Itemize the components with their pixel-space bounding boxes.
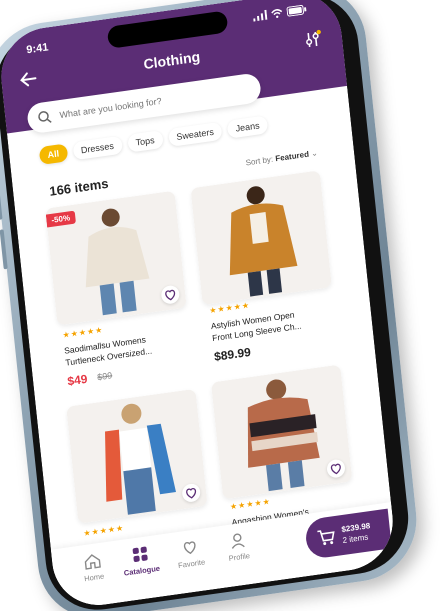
rating-stars: ★★★★★ [83,523,125,539]
volume-up-button [0,179,3,220]
home-icon [83,551,103,571]
nav-home[interactable]: Home [70,549,117,585]
nav-profile[interactable]: Profile [215,529,262,565]
status-time: 9:41 [25,41,49,57]
product-card[interactable] [211,364,353,499]
product-image [190,170,332,305]
chip-all[interactable]: All [39,143,68,165]
chip-sweaters[interactable]: Sweaters [168,122,223,147]
rating-stars: ★★★★★ [229,496,272,512]
filter-sliders-icon [303,29,323,49]
heart-icon [160,285,180,305]
product-old-price: $99 [96,370,113,383]
product-price: $89.99 [213,344,252,364]
heart-icon [326,458,346,478]
user-icon [228,530,248,550]
grid-icon [130,544,150,564]
product-image [66,389,208,524]
sort-dropdown[interactable]: Sort by: Featured ⌄ [245,148,318,167]
cart-summary: $239.98 2 items [341,520,372,546]
volume-down-button [0,229,8,270]
status-icons [252,4,307,21]
heart-icon [180,537,200,557]
sort-label: Sort by: [245,154,274,168]
rating-stars: ★★★★★ [62,325,104,340]
wifi-icon [270,8,283,20]
app-screen: 9:41 Clothing All Dresses Tops Sweaters [0,0,397,611]
nav-catalogue-label: Catalogue [123,563,161,578]
chevron-down-icon: ⌄ [310,148,319,159]
nav-profile-label: Profile [228,551,251,563]
nav-favorite[interactable]: Favorite [167,535,214,571]
nav-home-label: Home [83,571,105,584]
cart-button[interactable]: $239.98 2 items [304,509,392,560]
battery-icon [286,4,307,17]
product-price: $49 [66,371,89,389]
favorite-button[interactable] [326,458,346,478]
shopping-cart-icon [315,526,337,549]
items-count: 166 items [48,175,110,199]
chip-jeans[interactable]: Jeans [227,115,269,138]
nav-catalogue[interactable]: Catalogue [117,542,164,578]
heart-icon [181,483,201,503]
sort-value: Featured [274,149,310,164]
filter-button[interactable] [303,29,323,49]
search-icon [37,109,52,125]
device-mockup: 9:41 Clothing All Dresses Tops Sweaters [0,0,442,611]
favorite-button[interactable] [181,483,201,503]
product-image [211,364,353,499]
chip-tops[interactable]: Tops [127,130,164,153]
favorite-button[interactable] [160,285,180,305]
signal-icon [252,10,267,22]
chip-dresses[interactable]: Dresses [72,136,123,161]
product-card[interactable] [190,170,332,305]
product-card[interactable] [66,389,208,524]
product-card[interactable]: -50% [45,191,187,326]
nav-favorite-label: Favorite [177,557,206,571]
